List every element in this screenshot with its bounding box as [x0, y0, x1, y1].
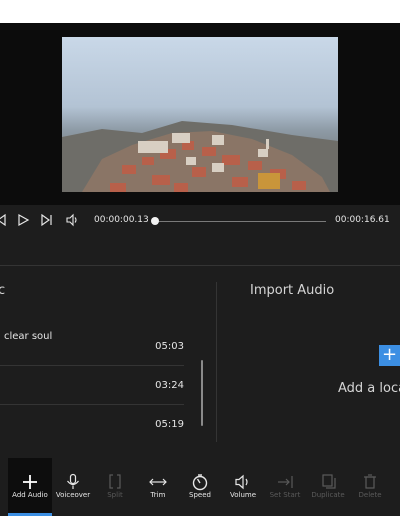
import-audio-title: Import Audio	[250, 283, 335, 298]
track-row[interactable]: clear soul 05:03	[0, 327, 184, 366]
import-plus-button[interactable]: +	[379, 345, 400, 366]
tool-label: Delete	[358, 491, 382, 499]
window-top-strip	[0, 0, 400, 23]
total-time: 00:00:16.61	[335, 215, 390, 225]
tool-label: Set Start	[269, 491, 301, 499]
playback-controls: 00:00:00.13 00:00:16.61	[0, 205, 400, 237]
track-row[interactable]: 03:24	[0, 366, 184, 405]
tool-label: Speed	[189, 491, 211, 499]
current-time: 00:00:00.13	[94, 215, 149, 225]
tool-label: Volume	[229, 491, 257, 499]
add-local-audio-link[interactable]: Add a loca	[338, 381, 400, 396]
previous-frame-icon[interactable]	[0, 213, 7, 227]
track-list-scrollbar[interactable]	[201, 360, 203, 426]
track-duration: 05:03	[155, 341, 184, 352]
voiceover-button[interactable]: Voiceover	[51, 458, 95, 516]
plus-icon	[23, 475, 37, 489]
delete-icon	[364, 474, 376, 489]
split-icon	[109, 474, 121, 489]
tool-label: Trim	[150, 491, 166, 499]
set-start-icon	[278, 476, 293, 488]
seek-bar[interactable]	[158, 221, 326, 222]
volume-button[interactable]: Volume	[221, 458, 265, 516]
tool-label: Split	[107, 491, 123, 499]
split-button[interactable]: Split	[93, 458, 137, 516]
next-frame-icon[interactable]	[40, 213, 54, 227]
tool-label: Voiceover	[55, 491, 91, 499]
volume-icon	[235, 474, 248, 490]
play-icon[interactable]	[16, 213, 30, 227]
duplicate-icon	[322, 474, 336, 489]
trim-button[interactable]: Trim	[136, 458, 180, 516]
track-row[interactable]: 05:19	[0, 405, 184, 443]
speed-button[interactable]: Speed	[178, 458, 222, 516]
seek-handle[interactable]	[151, 217, 159, 225]
video-frame-image	[62, 37, 338, 192]
track-duration: 03:24	[155, 380, 184, 391]
track-duration: 05:19	[155, 419, 184, 430]
volume-icon[interactable]	[65, 213, 79, 227]
track-name: clear soul	[4, 331, 53, 342]
speed-icon	[192, 474, 208, 491]
set-start-button[interactable]: Set Start	[263, 458, 307, 516]
microphone-icon	[67, 473, 79, 489]
duplicate-button[interactable]: Duplicate	[306, 458, 350, 516]
music-panel-title: c	[0, 283, 6, 298]
trim-icon	[149, 478, 167, 486]
video-preview[interactable]	[62, 37, 338, 192]
delete-button[interactable]: Delete	[348, 458, 392, 516]
section-divider	[0, 265, 400, 266]
video-player	[0, 23, 400, 205]
tool-label: Duplicate	[311, 491, 345, 499]
tool-label: Add Audio	[12, 491, 48, 499]
panel-divider	[216, 282, 217, 442]
add-audio-button[interactable]: Add Audio	[8, 458, 52, 516]
bottom-toolbar: Add Audio Voiceover Split Trim Speed Vol…	[0, 458, 400, 516]
